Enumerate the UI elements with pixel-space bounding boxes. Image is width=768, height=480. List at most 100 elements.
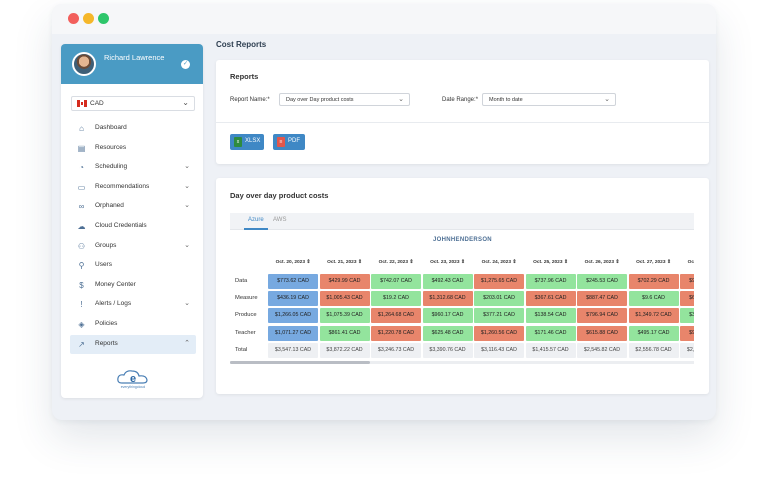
table-cell: $1,312.68 CAD [422, 291, 473, 307]
sidebar-item-users[interactable]: ⚲ Users [70, 256, 196, 275]
user-icon: ⚲ [78, 261, 85, 271]
table-cell: $245.53 CAD [577, 274, 627, 289]
date-range-select[interactable]: Month to date ⌄ [482, 93, 616, 106]
table-cell: $625.48 CAD [422, 325, 473, 341]
tab-aws[interactable]: AWS [273, 217, 286, 223]
sidebar-item-groups[interactable]: ⚇ Groups ⌄ [70, 237, 196, 256]
sidebar-item-recommendations[interactable]: ▭ Recommendations ⌄ [70, 178, 196, 197]
column-header[interactable]: Oct. 24, 2023 ⇕ [474, 260, 524, 265]
sidebar: Richard Lawrence ✓ CAD ⌄ ⌂ Dashboard ▤ Reso… [61, 44, 203, 398]
minimize-window-button[interactable] [83, 13, 94, 24]
avatar [72, 52, 96, 76]
excel-icon: x [234, 137, 242, 147]
chevron-down-icon[interactable]: ⌄ [184, 201, 190, 209]
active-tab-indicator [244, 228, 268, 230]
column-header[interactable]: Oct. 27, 2023 ⇕ [629, 260, 679, 265]
currency-value: CAD [90, 100, 104, 107]
total-cell: $3,547.13 CAD [268, 342, 318, 358]
column-header[interactable]: Oct. 21, 2023 ⇕ [320, 260, 370, 265]
export-pdf-button[interactable]: ≡ PDF [273, 134, 305, 150]
total-cell: $2,545.82 CAD [577, 342, 627, 358]
chevron-up-icon[interactable]: ⌃ [184, 339, 190, 347]
maximize-window-button[interactable] [98, 13, 109, 24]
chevron-down-icon[interactable]: ⌄ [184, 162, 190, 170]
table-cell: $1,260.56 CAD [474, 325, 524, 341]
table-cell: $138.54 CAD [525, 308, 576, 324]
table-cell: $960.17 CAD [422, 308, 473, 324]
chevron-down-icon[interactable]: ⌄ [184, 182, 190, 190]
table-cell: $367.61 CAD [525, 291, 576, 307]
sidebar-item-label: Groups [95, 241, 117, 249]
sidebar-item-label: Recommendations [95, 182, 150, 190]
cloud-tabs: Azure AWS [230, 213, 694, 230]
sidebar-item-orphaned[interactable]: ∞ Orphaned ⌄ [70, 197, 196, 216]
divider [216, 122, 709, 123]
group-title: JOHNHENDERSON [433, 237, 492, 243]
total-cell: $3,246.73 CAD [371, 342, 421, 358]
table-cell: $615.88 CAD [577, 325, 627, 341]
sidebar-item-label: Dashboard [95, 124, 127, 131]
table-cell: $1,220.78 CAD [371, 325, 421, 341]
column-header[interactable]: Oct. 28, 2023 ⇕ [680, 260, 694, 265]
table-cell: $171.46 CAD [525, 325, 576, 341]
xlsx-label: XLSX [245, 138, 261, 144]
user-card[interactable]: Richard Lawrence ✓ [61, 44, 203, 84]
chevron-down-icon[interactable]: ⌄ [184, 241, 190, 249]
tab-azure[interactable]: Azure [248, 217, 264, 223]
date-range-value: Month to date [489, 97, 523, 103]
home-icon: ⌂ [79, 124, 84, 133]
total-cell: $2,556.78 CAD [628, 342, 679, 358]
sidebar-item-policies[interactable]: ◈ Policies [70, 315, 196, 334]
table-cell: $492.43 CAD [422, 274, 473, 289]
sidebar-item-label: Policies [95, 320, 118, 327]
currency-select[interactable]: CAD ⌄ [71, 96, 195, 111]
close-window-button[interactable] [68, 13, 79, 24]
scrollbar-thumb[interactable] [230, 361, 370, 364]
report-name-label: Report Name:* [230, 97, 270, 103]
report-name-select[interactable]: Day over Day product costs ⌄ [279, 93, 410, 106]
sidebar-item-dashboard[interactable]: ⌂ Dashboard [70, 119, 196, 138]
column-header[interactable]: Oct. 26, 2023 ⇕ [577, 260, 627, 265]
total-cell: $3,116.43 CAD [474, 342, 524, 358]
chart-icon: ↗ [78, 339, 85, 349]
chevron-down-icon: ⌄ [604, 96, 610, 103]
sidebar-item-resources[interactable]: ▤ Resources [70, 139, 196, 158]
table-cell: $343.08 CAD [680, 308, 694, 324]
sidebar-item-label: Alerts / Logs [95, 300, 132, 308]
sidebar-item-reports[interactable]: ↗ Reports ⌃ [70, 334, 196, 354]
table-cell: $436.19 CAD [268, 291, 318, 307]
brand-name: everythingcloud [120, 385, 146, 389]
table-cell: $773.62 CAD [268, 274, 318, 289]
page-title: Cost Reports [216, 40, 267, 49]
chevron-down-icon[interactable]: ⌄ [184, 299, 190, 307]
column-header[interactable]: Oct. 25, 2023 ⇕ [526, 260, 576, 265]
table-cell: $887.47 CAD [577, 291, 627, 307]
link-icon: ∞ [78, 202, 85, 212]
reports-card-title: Reports [230, 72, 259, 81]
table-cell: $702.29 CAD [628, 274, 679, 289]
clock-icon: ◔ [79, 163, 84, 173]
row-label: Teacher [235, 329, 256, 336]
sidebar-item-money-center[interactable]: $ Money Center [70, 276, 196, 295]
sidebar-item-cloud-credentials[interactable]: ☁ Cloud Credentials [70, 217, 196, 236]
report-name-value: Day over Day product costs [286, 97, 354, 103]
column-header[interactable]: Oct. 20, 2023 ⇕ [268, 260, 318, 265]
sidebar-item-alerts-logs[interactable]: ! Alerts / Logs ⌄ [70, 295, 196, 314]
table-cell: $377.21 CAD [474, 308, 524, 324]
horizontal-scrollbar[interactable] [230, 361, 694, 364]
row-label: Measure [235, 295, 258, 302]
column-header[interactable]: Oct. 22, 2023 ⇕ [371, 260, 421, 265]
table-cell: $796.94 CAD [577, 308, 627, 324]
column-header[interactable]: Oct. 23, 2023 ⇕ [423, 260, 473, 265]
chevron-down-icon: ⌄ [398, 96, 404, 103]
cost-table-card: Day over day product costs Azure AWS JOH… [216, 178, 709, 394]
window-titlebar [52, 4, 716, 34]
row-label: Data [235, 278, 248, 284]
table-cell: $19.2 CAD [371, 291, 421, 307]
sidebar-item-label: Users [95, 261, 112, 269]
total-cell: $2,575.90 CAD [680, 342, 694, 358]
export-xlsx-button[interactable]: x XLSX [230, 134, 264, 150]
sidebar-item-scheduling[interactable]: ◔ Scheduling ⌄ [70, 158, 196, 177]
cost-table-title: Day over day product costs [230, 191, 329, 200]
svg-text:e: e [130, 373, 136, 385]
